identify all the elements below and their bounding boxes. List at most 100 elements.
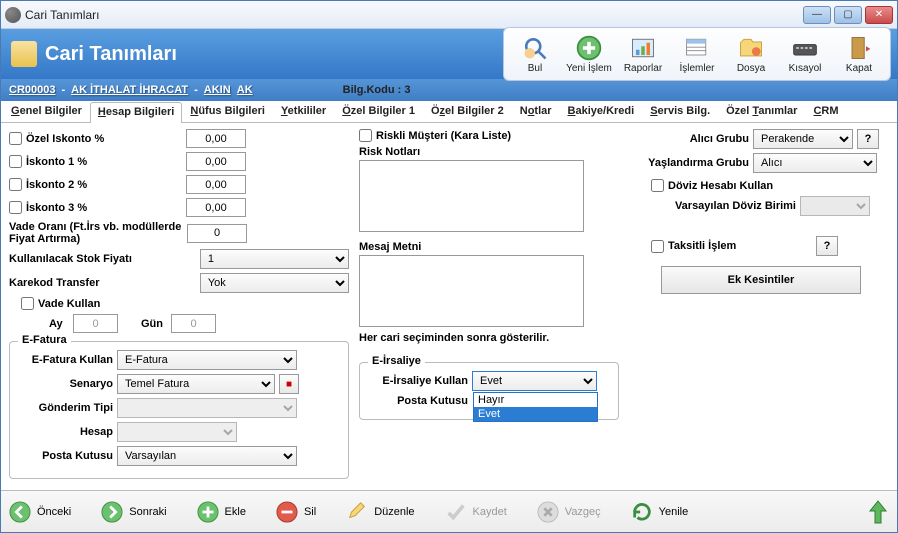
gun-input[interactable] (171, 314, 216, 333)
doviz-hesabi-label: Döviz Hesabı Kullan (668, 180, 773, 192)
tab-servis-bilg[interactable]: Servis Bilg. (642, 101, 718, 122)
iskonto1-input[interactable] (186, 152, 246, 171)
minimize-button[interactable]: — (803, 6, 831, 24)
folder-icon (737, 34, 765, 62)
eirsaliye-posta-label: Posta Kutusu (368, 395, 468, 407)
eirsaliye-kullan-select[interactable]: Evet (472, 371, 597, 391)
gonderim-tipi-select (117, 398, 297, 418)
plus-small-icon (197, 501, 219, 523)
iskonto3-label: İskonto 3 % (26, 202, 186, 214)
content: Özel Iskonto % İskonto 1 % İskonto 2 % İ… (1, 123, 897, 490)
minus-icon (276, 501, 298, 523)
tab-nufus-bilgileri[interactable]: Nüfus Bilgileri (182, 101, 273, 122)
alici-grubu-select[interactable]: Perakende (753, 129, 853, 149)
shortcut-button[interactable]: Kısayol (778, 32, 832, 76)
delete-button[interactable]: Sil (276, 501, 316, 523)
eirsaliye-dropdown-list[interactable]: Hayır Evet (473, 392, 598, 422)
taksitli-help-button[interactable]: ? (816, 236, 838, 256)
scroll-top-button[interactable] (867, 499, 889, 525)
iskonto1-label: İskonto 1 % (26, 156, 186, 168)
door-icon (845, 34, 873, 62)
tab-ozel-bilgiler-2[interactable]: Özel Bilgiler 2 (423, 101, 512, 122)
mesaj-metni-textarea[interactable] (359, 255, 584, 327)
posta-kutusu-label: Posta Kutusu (18, 450, 113, 462)
reports-button[interactable]: Raporlar (616, 32, 670, 76)
close-button[interactable]: ✕ (865, 6, 893, 24)
iskonto3-check[interactable] (9, 201, 22, 214)
new-button[interactable]: Yeni İşlem (562, 32, 616, 76)
yaslandirma-select[interactable]: Alıcı (753, 153, 877, 173)
bilg-kodu-value: 3 (404, 84, 410, 96)
up-arrow-icon (867, 499, 889, 525)
maximize-button[interactable]: ▢ (834, 6, 862, 24)
cancel-button: Vazgeç (537, 501, 601, 523)
tab-bakiye-kredi[interactable]: Bakiye/Kredi (560, 101, 643, 122)
record-name2: AKIN (204, 84, 231, 96)
chart-icon (629, 34, 657, 62)
ay-input[interactable] (73, 314, 118, 333)
dd-option-evet[interactable]: Evet (474, 407, 597, 421)
gun-label: Gün (118, 318, 163, 330)
posta-kutusu-select[interactable]: Varsayılan (117, 446, 297, 466)
riskli-musteri-check[interactable] (359, 129, 372, 142)
mesaj-metni-label: Mesaj Metni (359, 241, 639, 253)
tabs: Genel Bilgiler Hesap Bilgileri Nüfus Bil… (1, 101, 897, 123)
senaryo-stop-button[interactable]: ■ (279, 374, 299, 394)
arrow-left-icon (9, 501, 31, 523)
vade-kullan-check[interactable] (21, 297, 34, 310)
tab-hesap-bilgileri[interactable]: Hesap Bilgileri (90, 102, 182, 123)
eirsaliye-legend: E-İrsaliye (368, 355, 425, 367)
find-button[interactable]: Bul (508, 32, 562, 76)
refresh-button[interactable]: Yenile (631, 501, 689, 523)
titlebar: Cari Tanımları — ▢ ✕ (1, 1, 897, 29)
ozel-iskonto-check[interactable] (9, 132, 22, 145)
tab-notlar[interactable]: Notlar (512, 101, 560, 122)
alici-grubu-label: Alıcı Grubu (641, 133, 749, 145)
senaryo-label: Senaryo (18, 378, 113, 390)
iskonto3-input[interactable] (186, 198, 246, 217)
next-button[interactable]: Sonraki (101, 501, 166, 523)
ozel-iskonto-input[interactable] (186, 129, 246, 148)
record-code: CR00003 (9, 84, 55, 96)
tab-ozel-tanimlar[interactable]: Özel Tanımlar (718, 101, 805, 122)
save-button: Kaydet (445, 501, 507, 523)
iskonto2-check[interactable] (9, 178, 22, 191)
gonderim-tipi-label: Gönderim Tipi (18, 402, 113, 414)
karekod-label: Karekod Transfer (9, 277, 200, 289)
doviz-hesabi-check[interactable] (651, 179, 664, 192)
vars-doviz-label: Varsayılan Döviz Birimi (641, 200, 796, 212)
pencil-icon (346, 501, 368, 523)
tab-yetkililer[interactable]: Yetkililer (273, 101, 334, 122)
alici-grubu-help-button[interactable]: ? (857, 129, 879, 149)
risk-notlari-textarea[interactable] (359, 160, 584, 232)
edit-button[interactable]: Düzenle (346, 501, 414, 523)
senaryo-select[interactable]: Temel Fatura (117, 374, 275, 394)
iskonto2-input[interactable] (186, 175, 246, 194)
tab-crm[interactable]: CRM (805, 101, 846, 122)
karekod-select[interactable]: Yok (200, 273, 349, 293)
efatura-kullan-select[interactable]: E-Fatura (117, 350, 297, 370)
footer-toolbar: Önceki Sonraki Ekle Sil Düzenle Kaydet V… (1, 490, 897, 532)
file-button[interactable]: Dosya (724, 32, 778, 76)
arrow-right-icon (101, 501, 123, 523)
header: Cari Tanımları Bul Yeni İşlem Raporlar İ… (1, 29, 897, 79)
window-title: Cari Tanımları (25, 8, 803, 22)
prev-button[interactable]: Önceki (9, 501, 71, 523)
tab-ozel-bilgiler-1[interactable]: Özel Bilgiler 1 (334, 101, 423, 122)
efatura-kullan-label: E-Fatura Kullan (18, 354, 113, 366)
exit-button[interactable]: Kapat (832, 32, 886, 76)
hesap-label: Hesap (18, 426, 113, 438)
eirsaliye-kullan-label: E-İrsaliye Kullan (368, 375, 468, 387)
operations-button[interactable]: İşlemler (670, 32, 724, 76)
stok-fiyati-select[interactable]: 1 (200, 249, 349, 269)
dd-option-hayir[interactable]: Hayır (474, 393, 597, 407)
taksitli-check[interactable] (651, 240, 664, 253)
record-name3: AK (237, 84, 253, 96)
add-button[interactable]: Ekle (197, 501, 246, 523)
plus-icon (575, 34, 603, 62)
tab-genel-bilgiler[interactable]: Genel Bilgiler (3, 101, 90, 122)
ek-kesintiler-button[interactable]: Ek Kesintiler (661, 266, 861, 294)
iskonto1-check[interactable] (9, 155, 22, 168)
keyboard-icon (791, 34, 819, 62)
vade-orani-input[interactable] (187, 224, 247, 243)
